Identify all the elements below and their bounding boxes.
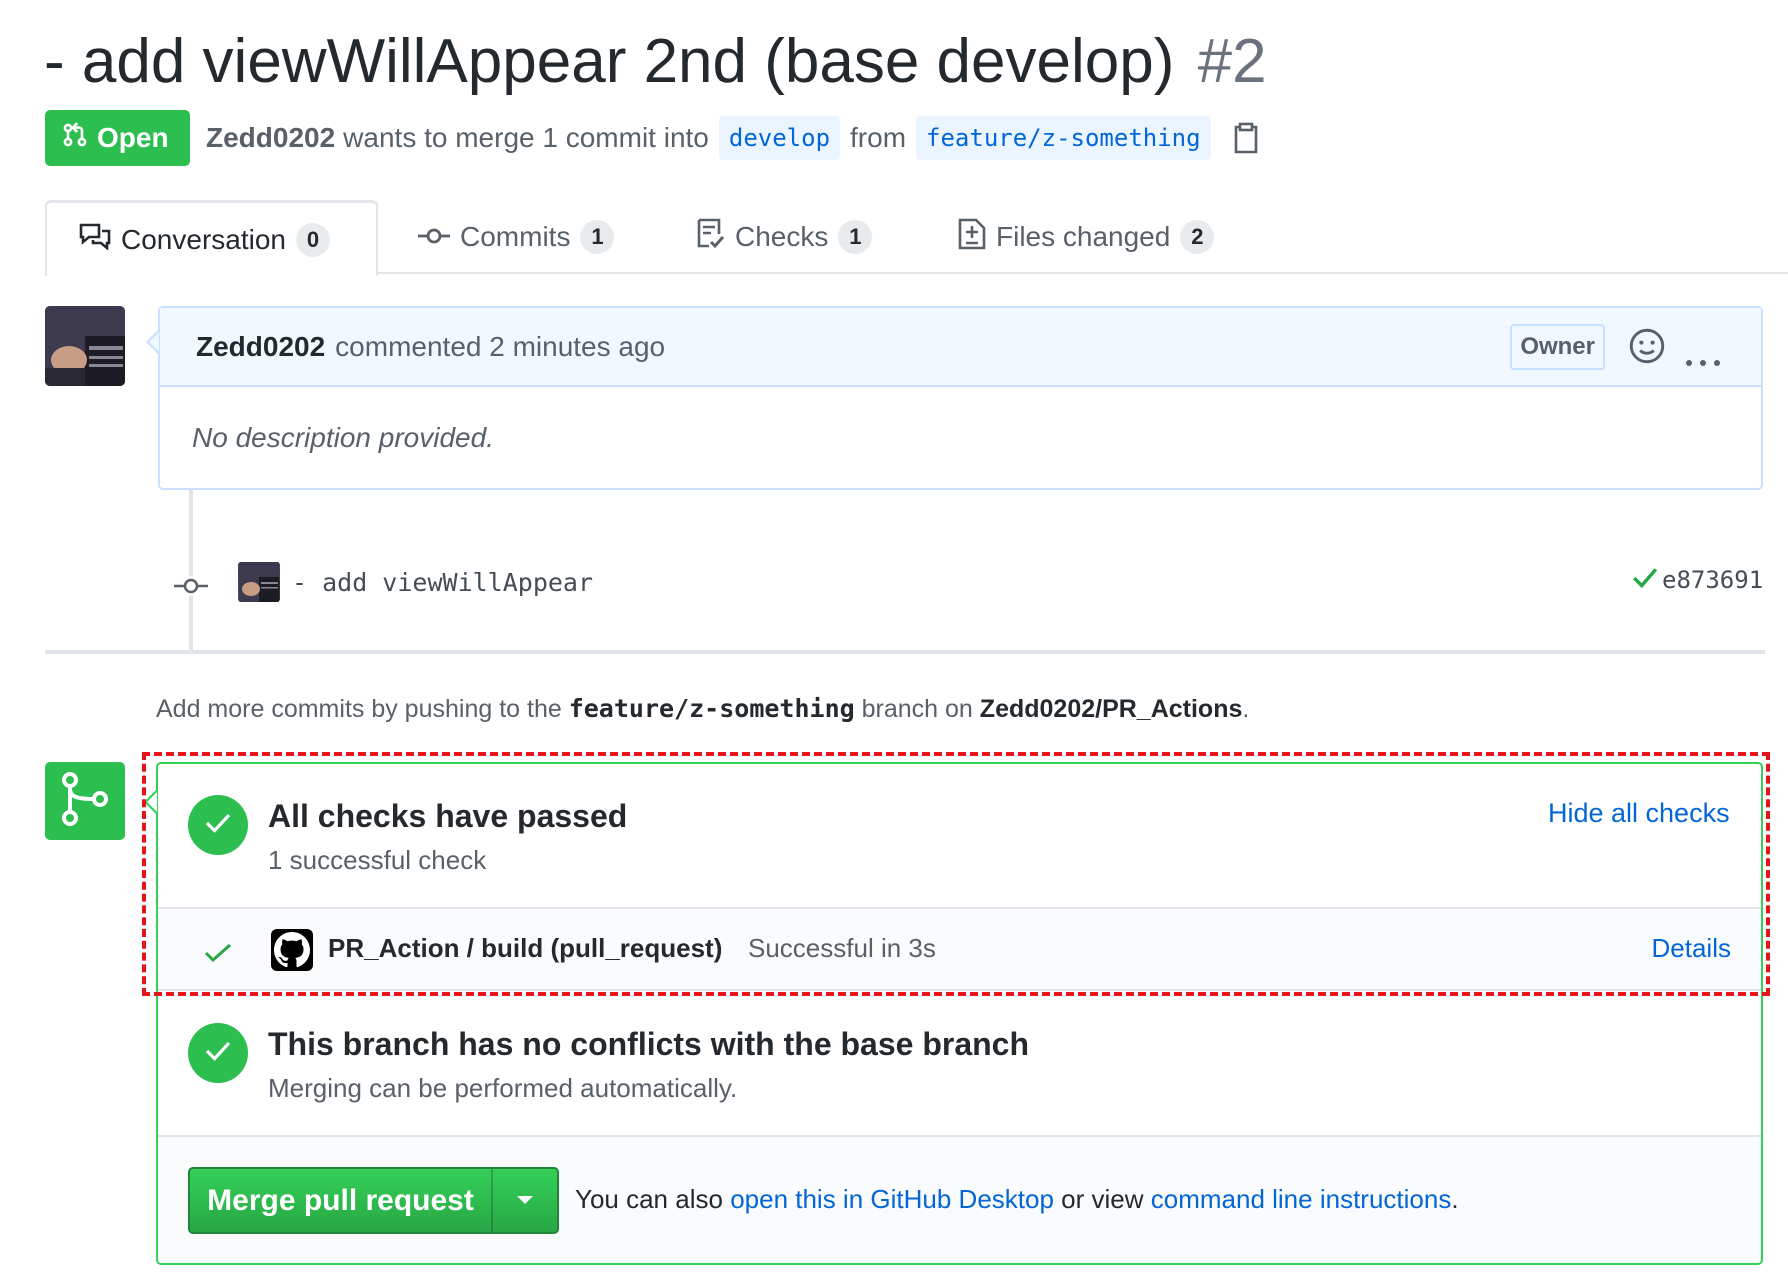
commit-status: e873691: [1632, 566, 1763, 594]
kebab-horizontal-icon[interactable]: [1685, 342, 1721, 374]
comment-meta[interactable]: commented 2 minutes ago: [335, 331, 665, 363]
tab-counter: 1: [838, 220, 873, 254]
check-status-text: Successful in 3s: [748, 933, 936, 963]
check-name: PR_Action / build (pull_request): [328, 933, 723, 963]
tab-counter: 1: [580, 220, 615, 254]
clipboard-icon[interactable]: [1233, 122, 1259, 154]
check-icon: [204, 812, 232, 839]
merge-hint-prefix: You can also: [575, 1184, 723, 1214]
conflicts-subtitle: Merging can be performed automatically.: [268, 1073, 738, 1103]
hide-all-checks-link[interactable]: Hide all checks: [1548, 798, 1730, 829]
tab-label: Conversation: [121, 223, 286, 255]
tab-files-changed[interactable]: Files changed 2: [958, 200, 1215, 274]
check-row: PR_Action / build (pull_request) Success…: [158, 907, 1761, 991]
from-text: from: [850, 122, 907, 153]
conflicts-status-circle: [188, 1023, 248, 1083]
pr-number: #2: [1197, 27, 1267, 96]
command-line-link[interactable]: command line instructions: [1151, 1184, 1452, 1214]
owner-badge: Owner: [1510, 324, 1605, 370]
push-hint-branch: feature/z-something: [568, 694, 855, 723]
push-hint: Add more commits by pushing to the featu…: [156, 694, 1249, 724]
pr-author-link[interactable]: Zedd0202: [206, 122, 335, 154]
tab-label: Commits: [460, 221, 571, 252]
push-hint-middle: branch on: [861, 695, 973, 723]
check-details-link[interactable]: Details: [1652, 933, 1731, 964]
merge-button-group: Merge pull request: [188, 1167, 559, 1234]
triangle-down-icon: [516, 1192, 534, 1210]
state-badge: Open: [45, 110, 190, 166]
git-commit-icon: [418, 221, 450, 253]
checks-status-circle: [188, 795, 248, 855]
tab-counter: 0: [295, 222, 330, 257]
comment-arrow-inner: [149, 332, 159, 352]
merge-hint-suffix: .: [1451, 1184, 1459, 1214]
merge-hint: You can also open this in GitHub Desktop…: [575, 1184, 1459, 1215]
check-icon[interactable]: [1632, 567, 1658, 594]
merge-hint-middle: or view: [1061, 1184, 1144, 1214]
push-hint-suffix: .: [1242, 695, 1250, 723]
diff-icon: [958, 218, 986, 257]
github-actions-icon: [271, 929, 313, 971]
pull-request-icon: [61, 120, 89, 157]
merge-text: wants to merge 1 commit into: [343, 122, 709, 153]
checklist-icon: [697, 218, 725, 257]
comment-discussion-icon: [79, 222, 111, 257]
tab-label: Checks: [735, 221, 829, 252]
push-hint-repo: Zedd0202/PR_Actions: [979, 695, 1243, 723]
comment-header: Zedd0202 commented 2 minutes ago Owner: [160, 308, 1761, 387]
smiley-icon[interactable]: [1629, 328, 1665, 371]
commit-avatar[interactable]: [238, 562, 280, 602]
push-hint-prefix: Add more commits by pushing to the: [156, 695, 562, 723]
pr-title: - add viewWillAppear 2nd (base develop) …: [44, 22, 1267, 102]
tab-conversation[interactable]: Conversation 0: [45, 200, 378, 276]
checks-title: All checks have passed: [268, 798, 628, 834]
git-merge-icon: [60, 771, 110, 832]
comment-body: No description provided.: [192, 422, 494, 453]
check-icon: [204, 943, 232, 968]
commit-sha[interactable]: e873691: [1662, 566, 1763, 594]
head-branch[interactable]: feature/z-something: [916, 116, 1211, 160]
check-icon: [204, 1040, 232, 1067]
base-branch[interactable]: develop: [718, 116, 841, 160]
timeline-divider: [45, 650, 1765, 654]
conflicts-title: This branch has no conflicts with the ba…: [268, 1026, 1030, 1062]
commit-message[interactable]: - add viewWillAppear: [292, 568, 593, 597]
github-desktop-link[interactable]: open this in GitHub Desktop: [730, 1184, 1054, 1214]
timeline-line: [189, 490, 193, 650]
merge-pull-request-button[interactable]: Merge pull request: [190, 1169, 493, 1232]
comment-box: Zedd0202 commented 2 minutes ago Owner N…: [158, 306, 1763, 490]
tab-counter: 2: [1180, 220, 1215, 254]
git-commit-icon: [174, 576, 208, 601]
tab-commits[interactable]: Commits 1: [418, 200, 615, 274]
merge-status-icon: [45, 762, 125, 840]
merge-method-dropdown[interactable]: [493, 1169, 557, 1232]
pr-meta: Zedd0202 wants to merge 1 commit into de…: [206, 116, 1259, 160]
comment-author[interactable]: Zedd0202: [196, 331, 325, 363]
avatar[interactable]: [45, 306, 125, 386]
merge-arrow-inner: [147, 792, 157, 812]
pr-title-text: - add viewWillAppear 2nd (base develop): [44, 27, 1175, 96]
tab-checks[interactable]: Checks 1: [697, 200, 873, 274]
checks-subtitle: 1 successful check: [268, 845, 487, 875]
state-label: Open: [97, 122, 169, 153]
tab-label: Files changed: [996, 221, 1171, 252]
